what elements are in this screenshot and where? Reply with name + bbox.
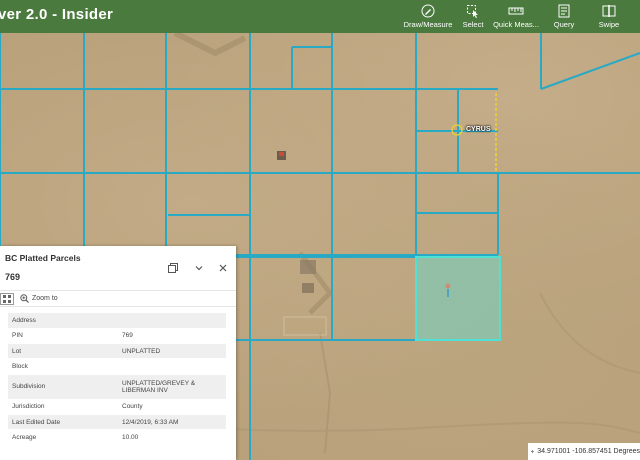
field-value: 10.00 bbox=[118, 429, 226, 446]
field-name: PIN bbox=[8, 328, 118, 345]
field-name: Acreage bbox=[8, 429, 118, 446]
pencil-icon bbox=[419, 4, 437, 18]
field-name: Jurisdiction bbox=[8, 399, 118, 415]
table-row: Acreage 10.00 bbox=[8, 429, 226, 446]
field-name: Subdivision bbox=[8, 374, 118, 400]
coordinate-text: 34.971001 -106.857451 Degrees bbox=[537, 448, 640, 455]
swipe-icon bbox=[600, 4, 618, 18]
popup-feature-title: 769 bbox=[5, 272, 21, 282]
field-value bbox=[118, 313, 226, 329]
field-name: Block bbox=[8, 358, 118, 375]
query-icon bbox=[555, 4, 573, 18]
table-row: Jurisdiction County bbox=[8, 399, 226, 415]
close-icon bbox=[219, 264, 227, 272]
field-name: Last Edited Date bbox=[8, 414, 118, 431]
table-row: Block bbox=[8, 358, 226, 375]
ruler-icon bbox=[507, 4, 525, 18]
close-button[interactable] bbox=[216, 261, 230, 275]
actions-menu-button[interactable] bbox=[0, 293, 14, 305]
grid-icon bbox=[3, 295, 11, 303]
field-name: Address bbox=[8, 313, 118, 329]
field-value: UNPLATTED/GREVEY & LIBERMAN INV bbox=[118, 374, 226, 400]
dock-button[interactable] bbox=[166, 261, 180, 275]
field-value: 12/4/2019, 6:33 AM bbox=[118, 414, 226, 431]
app-toolbar: ver 2.0 - Insider Draw/Measure Select Qu… bbox=[0, 0, 640, 33]
selected-parcel[interactable] bbox=[415, 256, 501, 341]
select-cursor-icon bbox=[464, 4, 482, 18]
coordinate-readout: 34.971001 -106.857451 Degrees bbox=[528, 443, 640, 460]
collapse-button[interactable] bbox=[192, 261, 206, 275]
attribute-table: Address PIN 769 Lot UNPLATTED Block Subdiv… bbox=[8, 313, 226, 446]
field-value bbox=[118, 358, 226, 375]
field-value: 769 bbox=[118, 328, 226, 345]
swipe-tool[interactable]: Swipe bbox=[578, 4, 640, 29]
table-row: Last Edited Date 12/4/2019, 6:33 AM bbox=[8, 414, 226, 431]
feature-popup: BC Platted Parcels 769 Zoom to Address P… bbox=[0, 246, 236, 460]
field-name: Lot bbox=[8, 343, 118, 360]
place-label: CYRUS bbox=[466, 126, 491, 133]
parcel-centroid-marker bbox=[445, 283, 451, 289]
zoom-to-label: Zoom to bbox=[32, 295, 58, 302]
zoom-to-button[interactable]: Zoom to bbox=[20, 294, 58, 303]
table-row: Lot UNPLATTED bbox=[8, 343, 226, 360]
table-row: PIN 769 bbox=[8, 328, 226, 345]
crosshair-icon bbox=[531, 449, 535, 454]
popup-action-bar: Zoom to bbox=[0, 290, 236, 307]
chevron-down-icon bbox=[195, 266, 203, 271]
popup-layer-title: BC Platted Parcels bbox=[5, 253, 81, 263]
zoom-in-icon bbox=[20, 294, 29, 303]
app-title: ver 2.0 - Insider bbox=[0, 6, 114, 23]
field-value: County bbox=[118, 399, 226, 415]
table-row: Address bbox=[8, 313, 226, 329]
field-value: UNPLATTED bbox=[118, 343, 226, 360]
dock-icon bbox=[168, 263, 178, 273]
table-row: Subdivision UNPLATTED/GREVEY & LIBERMAN I… bbox=[8, 374, 226, 400]
